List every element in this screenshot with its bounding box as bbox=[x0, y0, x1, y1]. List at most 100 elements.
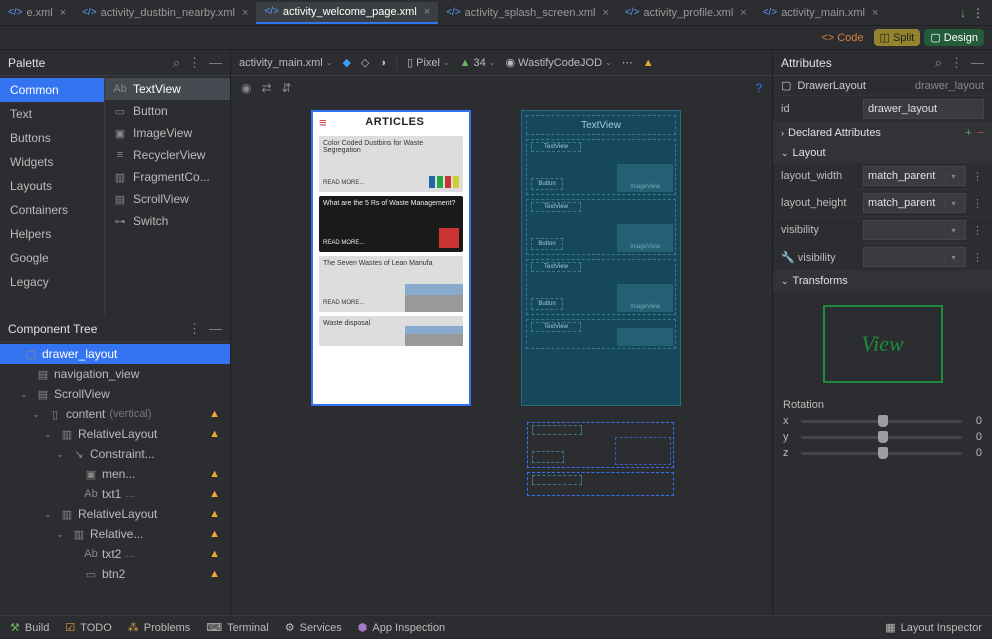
search-icon[interactable]: ⌕ bbox=[935, 55, 942, 71]
api-selector[interactable]: ▲34⌄ bbox=[460, 57, 496, 69]
blueprint-surface[interactable]: TextView TextView Button ImageView TextV… bbox=[521, 110, 681, 406]
palette-cat-helpers[interactable]: Helpers bbox=[0, 222, 104, 246]
rotation-x-slider[interactable] bbox=[801, 420, 962, 423]
tree-arrow-icon[interactable]: ⌄ bbox=[20, 389, 32, 400]
theme-selector[interactable]: ◉WastifyCodeJOD⌄ bbox=[506, 56, 612, 69]
tree-row[interactable]: ⌄↘Constraint... bbox=[0, 444, 230, 464]
visibility-icon[interactable]: ◉ bbox=[241, 81, 251, 95]
add-icon[interactable]: + bbox=[965, 127, 971, 139]
palette-item-button[interactable]: ▭Button bbox=[105, 100, 230, 122]
layout-width-select[interactable]: match_parent▾ bbox=[863, 166, 966, 186]
tree-row[interactable]: ▣men...▲ bbox=[0, 464, 230, 484]
tools-visibility-select[interactable]: ▾ bbox=[863, 247, 966, 267]
app-inspection-tool[interactable]: ⬢App Inspection bbox=[358, 621, 445, 634]
flag-icon[interactable]: ⋮ bbox=[972, 251, 984, 264]
tab-profile[interactable]: </>activity_profile.xml× bbox=[617, 3, 755, 23]
tab-welcome[interactable]: </>activity_welcome_page.xml× bbox=[256, 2, 438, 24]
more-icon[interactable]: ⋮ bbox=[188, 55, 201, 71]
warning-icon[interactable]: ▲ bbox=[209, 528, 220, 540]
flag-icon[interactable]: ⋮ bbox=[972, 197, 984, 210]
tree-row[interactable]: ⌄▯content (vertical)▲ bbox=[0, 404, 230, 424]
tree-row[interactable]: ⌄▥RelativeLayout▲ bbox=[0, 424, 230, 444]
tree-row[interactable]: ▢drawer_layout bbox=[0, 344, 230, 364]
tab-dustbin[interactable]: </>activity_dustbin_nearby.xml× bbox=[74, 3, 256, 23]
design-mode-button[interactable]: ▢Design bbox=[924, 29, 984, 46]
more-icon[interactable]: ⋮ bbox=[972, 6, 984, 20]
warning-icon[interactable]: ▲ bbox=[209, 428, 220, 440]
services-tool[interactable]: ⚙Services bbox=[285, 621, 342, 634]
rotation-z-slider[interactable] bbox=[801, 452, 962, 455]
search-icon[interactable]: ⌕ bbox=[173, 55, 180, 71]
tree-row[interactable]: ⌄▥Relative...▲ bbox=[0, 524, 230, 544]
tree-arrow-icon[interactable]: ⌄ bbox=[44, 429, 56, 440]
minimize-icon[interactable]: — bbox=[209, 321, 222, 336]
palette-item-fragment[interactable]: ▥FragmentCo... bbox=[105, 166, 230, 188]
warning-icon[interactable]: ▲ bbox=[643, 57, 654, 69]
tab-e-xml[interactable]: </>e.xml× bbox=[0, 3, 74, 23]
palette-item-imageview[interactable]: ▣ImageView bbox=[105, 122, 230, 144]
problems-tool[interactable]: ⁂Problems bbox=[128, 621, 190, 634]
palette-cat-buttons[interactable]: Buttons bbox=[0, 126, 104, 150]
palette-cat-layouts[interactable]: Layouts bbox=[0, 174, 104, 198]
terminal-tool[interactable]: ⌨Terminal bbox=[206, 621, 268, 634]
design-surface[interactable]: ≡ ARTICLES Color Coded Dustbins for Wast… bbox=[311, 110, 471, 406]
tree-row[interactable]: ⌄▤ScrollView bbox=[0, 384, 230, 404]
warning-icon[interactable]: ▲ bbox=[209, 508, 220, 520]
warning-icon[interactable]: ▲ bbox=[209, 408, 220, 420]
remove-icon[interactable]: − bbox=[978, 127, 984, 139]
tree-arrow-icon[interactable]: ⌄ bbox=[44, 509, 56, 520]
layout-height-select[interactable]: match_parent▾ bbox=[863, 193, 966, 213]
tab-splash[interactable]: </>activity_splash_screen.xml× bbox=[438, 3, 617, 23]
pan-icon[interactable]: ⇄ bbox=[261, 81, 271, 95]
help-icon[interactable]: ? bbox=[755, 81, 762, 95]
close-icon[interactable]: × bbox=[740, 7, 746, 19]
warning-icon[interactable]: ▲ bbox=[209, 468, 220, 480]
warning-icon[interactable]: ▲ bbox=[209, 548, 220, 560]
tree-row[interactable]: ▭btn2▲ bbox=[0, 564, 230, 584]
palette-item-textview[interactable]: AbTextView bbox=[105, 78, 230, 100]
more-icon[interactable]: ⋮ bbox=[188, 321, 201, 337]
night-mode-icon[interactable]: ◑ bbox=[379, 57, 386, 69]
design-canvas[interactable]: ≡ ARTICLES Color Coded Dustbins for Wast… bbox=[231, 100, 772, 615]
tree-arrow-icon[interactable]: ⌄ bbox=[56, 449, 68, 460]
flag-icon[interactable]: ⋮ bbox=[972, 170, 984, 183]
todo-tool[interactable]: ☑TODO bbox=[65, 621, 111, 634]
palette-item-scrollview[interactable]: ▤ScrollView bbox=[105, 188, 230, 210]
palette-cat-google[interactable]: Google bbox=[0, 246, 104, 270]
palette-item-recyclerview[interactable]: ≡RecyclerView bbox=[105, 144, 230, 166]
more-icon[interactable]: ⋮ bbox=[950, 55, 963, 71]
palette-cat-text[interactable]: Text bbox=[0, 102, 104, 126]
section-transforms[interactable]: ⌄ Transforms bbox=[773, 271, 992, 291]
close-icon[interactable]: × bbox=[872, 7, 878, 19]
orientation-icon[interactable]: ◇ bbox=[361, 56, 369, 69]
palette-cat-widgets[interactable]: Widgets bbox=[0, 150, 104, 174]
code-mode-button[interactable]: <>Code bbox=[815, 30, 869, 46]
build-tool[interactable]: ⚒Build bbox=[10, 621, 49, 634]
tree-row[interactable]: Abtxt2 ...▲ bbox=[0, 544, 230, 564]
visibility-select[interactable]: ▾ bbox=[863, 220, 966, 240]
palette-cat-common[interactable]: Common bbox=[0, 78, 104, 102]
layout-inspector-tool[interactable]: ▦Layout Inspector bbox=[885, 621, 982, 634]
tree-arrow-icon[interactable]: ⌄ bbox=[32, 409, 44, 420]
minimize-icon[interactable]: — bbox=[971, 55, 984, 70]
palette-cat-containers[interactable]: Containers bbox=[0, 198, 104, 222]
split-mode-button[interactable]: ◫Split bbox=[874, 29, 921, 46]
tree-row[interactable]: ▤navigation_view bbox=[0, 364, 230, 384]
zoom-icon[interactable]: ⇵ bbox=[282, 81, 292, 95]
warning-icon[interactable]: ▲ bbox=[209, 488, 220, 500]
design-surface-icon[interactable]: ◆ bbox=[342, 56, 350, 69]
tab-main[interactable]: </>activity_main.xml× bbox=[755, 3, 887, 23]
more-icon[interactable]: ⋯ bbox=[622, 56, 633, 69]
flag-icon[interactable]: ⋮ bbox=[972, 224, 984, 237]
device-selector[interactable]: ▯Pixel⌄ bbox=[407, 56, 450, 69]
close-icon[interactable]: × bbox=[60, 7, 66, 19]
tree-arrow-icon[interactable]: ⌄ bbox=[56, 529, 68, 540]
section-declared[interactable]: › Declared Attributes +− bbox=[773, 123, 992, 143]
tree-row[interactable]: ⌄▥RelativeLayout▲ bbox=[0, 504, 230, 524]
close-icon[interactable]: × bbox=[603, 7, 609, 19]
id-input[interactable]: drawer_layout bbox=[863, 99, 984, 119]
section-layout[interactable]: ⌄ Layout bbox=[773, 143, 992, 163]
file-selector[interactable]: activity_main.xml⌄ bbox=[239, 57, 332, 69]
palette-cat-legacy[interactable]: Legacy bbox=[0, 270, 104, 294]
warning-icon[interactable]: ▲ bbox=[209, 568, 220, 580]
